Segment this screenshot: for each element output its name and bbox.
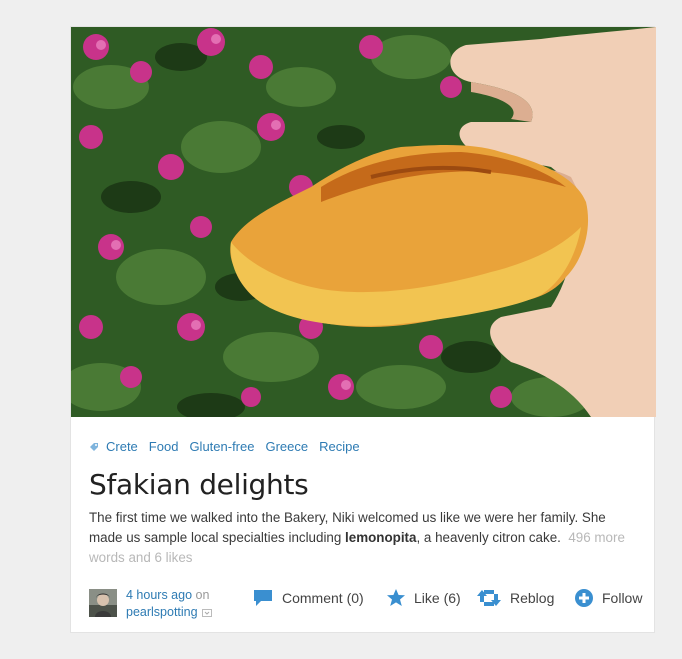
post-time-link[interactable]: 4 hours ago <box>126 588 192 602</box>
follow-label: Follow <box>602 590 643 606</box>
post-footer: 4 hours ago on pearlspotting Comment (0)… <box>89 587 642 621</box>
avatar[interactable] <box>89 589 117 617</box>
post-title[interactable]: Sfakian delights <box>89 468 309 501</box>
post-excerpt: The first time we walked into the Bakery… <box>89 508 634 568</box>
plus-circle-icon <box>575 589 593 607</box>
avatar-image <box>89 589 117 617</box>
tag-icon <box>90 442 98 451</box>
dropdown-icon[interactable] <box>201 608 212 617</box>
post-photo[interactable] <box>71 27 656 417</box>
reblog-button[interactable]: Reblog <box>476 587 554 609</box>
reblog-icon <box>477 590 501 606</box>
excerpt-bold-term: lemonopita <box>345 530 417 545</box>
like-label: Like (6) <box>414 590 461 606</box>
reblog-label: Reblog <box>510 590 555 606</box>
follow-button[interactable]: Follow <box>574 587 642 609</box>
like-button[interactable]: Like (6) <box>386 587 461 609</box>
tag-gluten-free[interactable]: Gluten-free <box>189 439 254 454</box>
tag-greece[interactable]: Greece <box>265 439 308 454</box>
comment-icon <box>254 590 272 606</box>
star-icon <box>387 589 405 606</box>
author-link[interactable]: pearlspotting <box>126 605 198 619</box>
comment-button[interactable]: Comment (0) <box>252 587 364 609</box>
tag-crete[interactable]: Crete <box>106 439 138 454</box>
tag-recipe[interactable]: Recipe <box>319 439 359 454</box>
tag-food[interactable]: Food <box>149 439 179 454</box>
excerpt-text-end: , a heavenly citron cake. <box>416 530 561 545</box>
comment-label: Comment (0) <box>282 590 364 606</box>
meta-on-label: on <box>195 588 210 602</box>
photo-cake-in-hand <box>71 27 656 417</box>
post-card: Crete Food Gluten-free Greece Recipe Sfa… <box>70 26 656 633</box>
tag-list: Crete Food Gluten-free Greece Recipe <box>89 439 360 454</box>
post-meta: 4 hours ago on pearlspotting <box>126 587 212 621</box>
